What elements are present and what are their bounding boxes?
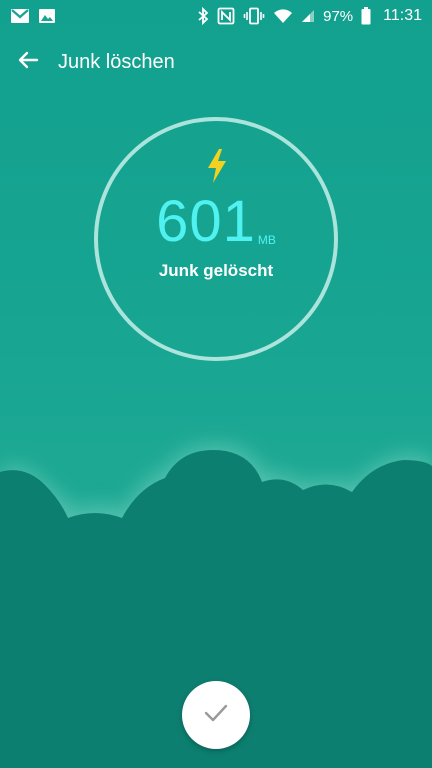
vibrate-icon	[243, 7, 265, 25]
clock: 11:31	[383, 7, 422, 24]
cleaned-amount: 601 MB	[94, 193, 338, 251]
signal-icon	[301, 9, 315, 23]
amount-unit: MB	[257, 233, 276, 247]
image-icon	[38, 8, 56, 24]
status-bar: 97% 11:31	[0, 0, 432, 32]
battery-icon	[361, 7, 371, 25]
lightning-bolt-icon	[208, 149, 226, 183]
notification-icons	[10, 8, 56, 24]
page-title: Junk löschen	[58, 50, 175, 73]
bluetooth-icon	[197, 7, 209, 25]
system-icons: 97% 11:31	[197, 7, 422, 25]
result-circle: 601 MB Junk gelöscht	[94, 117, 338, 361]
back-button[interactable]	[14, 48, 42, 76]
wifi-icon	[273, 8, 293, 24]
result-caption: Junk gelöscht	[158, 261, 274, 280]
battery-percentage: 97%	[323, 7, 354, 25]
confirm-button[interactable]	[182, 681, 250, 749]
checkmark-icon	[203, 703, 229, 728]
nfc-icon	[217, 7, 235, 25]
arrow-back-icon	[16, 48, 40, 77]
gmail-icon	[10, 8, 30, 24]
amount-value: 601	[156, 189, 256, 254]
app-bar: Junk löschen	[0, 38, 432, 86]
